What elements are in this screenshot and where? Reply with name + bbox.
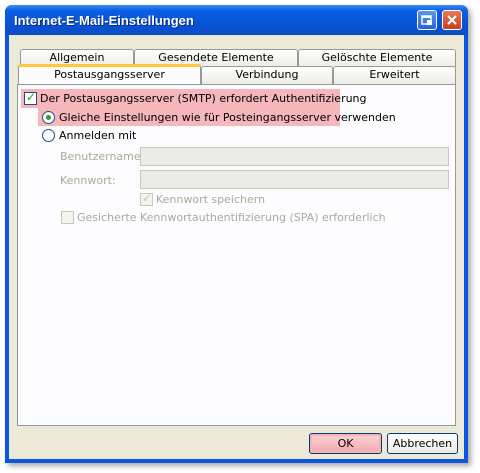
same-settings-radio[interactable]	[42, 111, 55, 124]
close-button[interactable]	[442, 10, 462, 30]
login-with-label: Anmelden mit	[59, 129, 137, 142]
username-field[interactable]	[140, 147, 449, 166]
restore-icon	[421, 15, 432, 25]
spa-checkbox[interactable]	[61, 211, 74, 224]
tab-geloeschte-elemente[interactable]: Gelöschte Elemente	[298, 49, 456, 67]
radio-selected-icon	[46, 115, 51, 120]
smtp-auth-checkbox[interactable]: ✓	[24, 90, 37, 105]
close-icon	[447, 15, 457, 25]
password-label: Kennwort:	[60, 174, 116, 187]
same-settings-label: Gleiche Einstellungen wie für Posteingan…	[59, 111, 396, 124]
restore-button[interactable]	[417, 10, 437, 30]
cancel-button[interactable]: Abbrechen	[387, 433, 458, 454]
checkmark-icon: ✓	[26, 90, 37, 104]
login-with-radio[interactable]	[42, 129, 55, 142]
username-label: Benutzername:	[60, 150, 145, 163]
save-password-label: Kennwort speichern	[156, 193, 266, 206]
tab-erweitert[interactable]: Erweitert	[333, 66, 456, 84]
checkmark-icon: ✓	[142, 191, 153, 205]
dialog-window: Internet-E-Mail-Einstellungen Allgemein …	[5, 5, 468, 463]
spa-label: Gesicherte Kennwortauthentifizierung (SP…	[77, 211, 386, 224]
dialog-client: Allgemein Gesendete Elemente Gelöschte E…	[9, 35, 464, 459]
smtp-auth-label: Der Postausgangsserver (SMTP) erfordert …	[40, 92, 367, 105]
password-field[interactable]	[140, 170, 449, 189]
save-password-checkbox[interactable]: ✓	[140, 191, 153, 206]
title-bar[interactable]: Internet-E-Mail-Einstellungen	[5, 5, 468, 35]
ok-button[interactable]: OK	[309, 433, 382, 454]
tab-verbindung[interactable]: Verbindung	[201, 66, 333, 84]
tab-postausgangsserver[interactable]: Postausgangsserver	[18, 64, 201, 84]
window-title: Internet-E-Mail-Einstellungen	[14, 13, 194, 28]
